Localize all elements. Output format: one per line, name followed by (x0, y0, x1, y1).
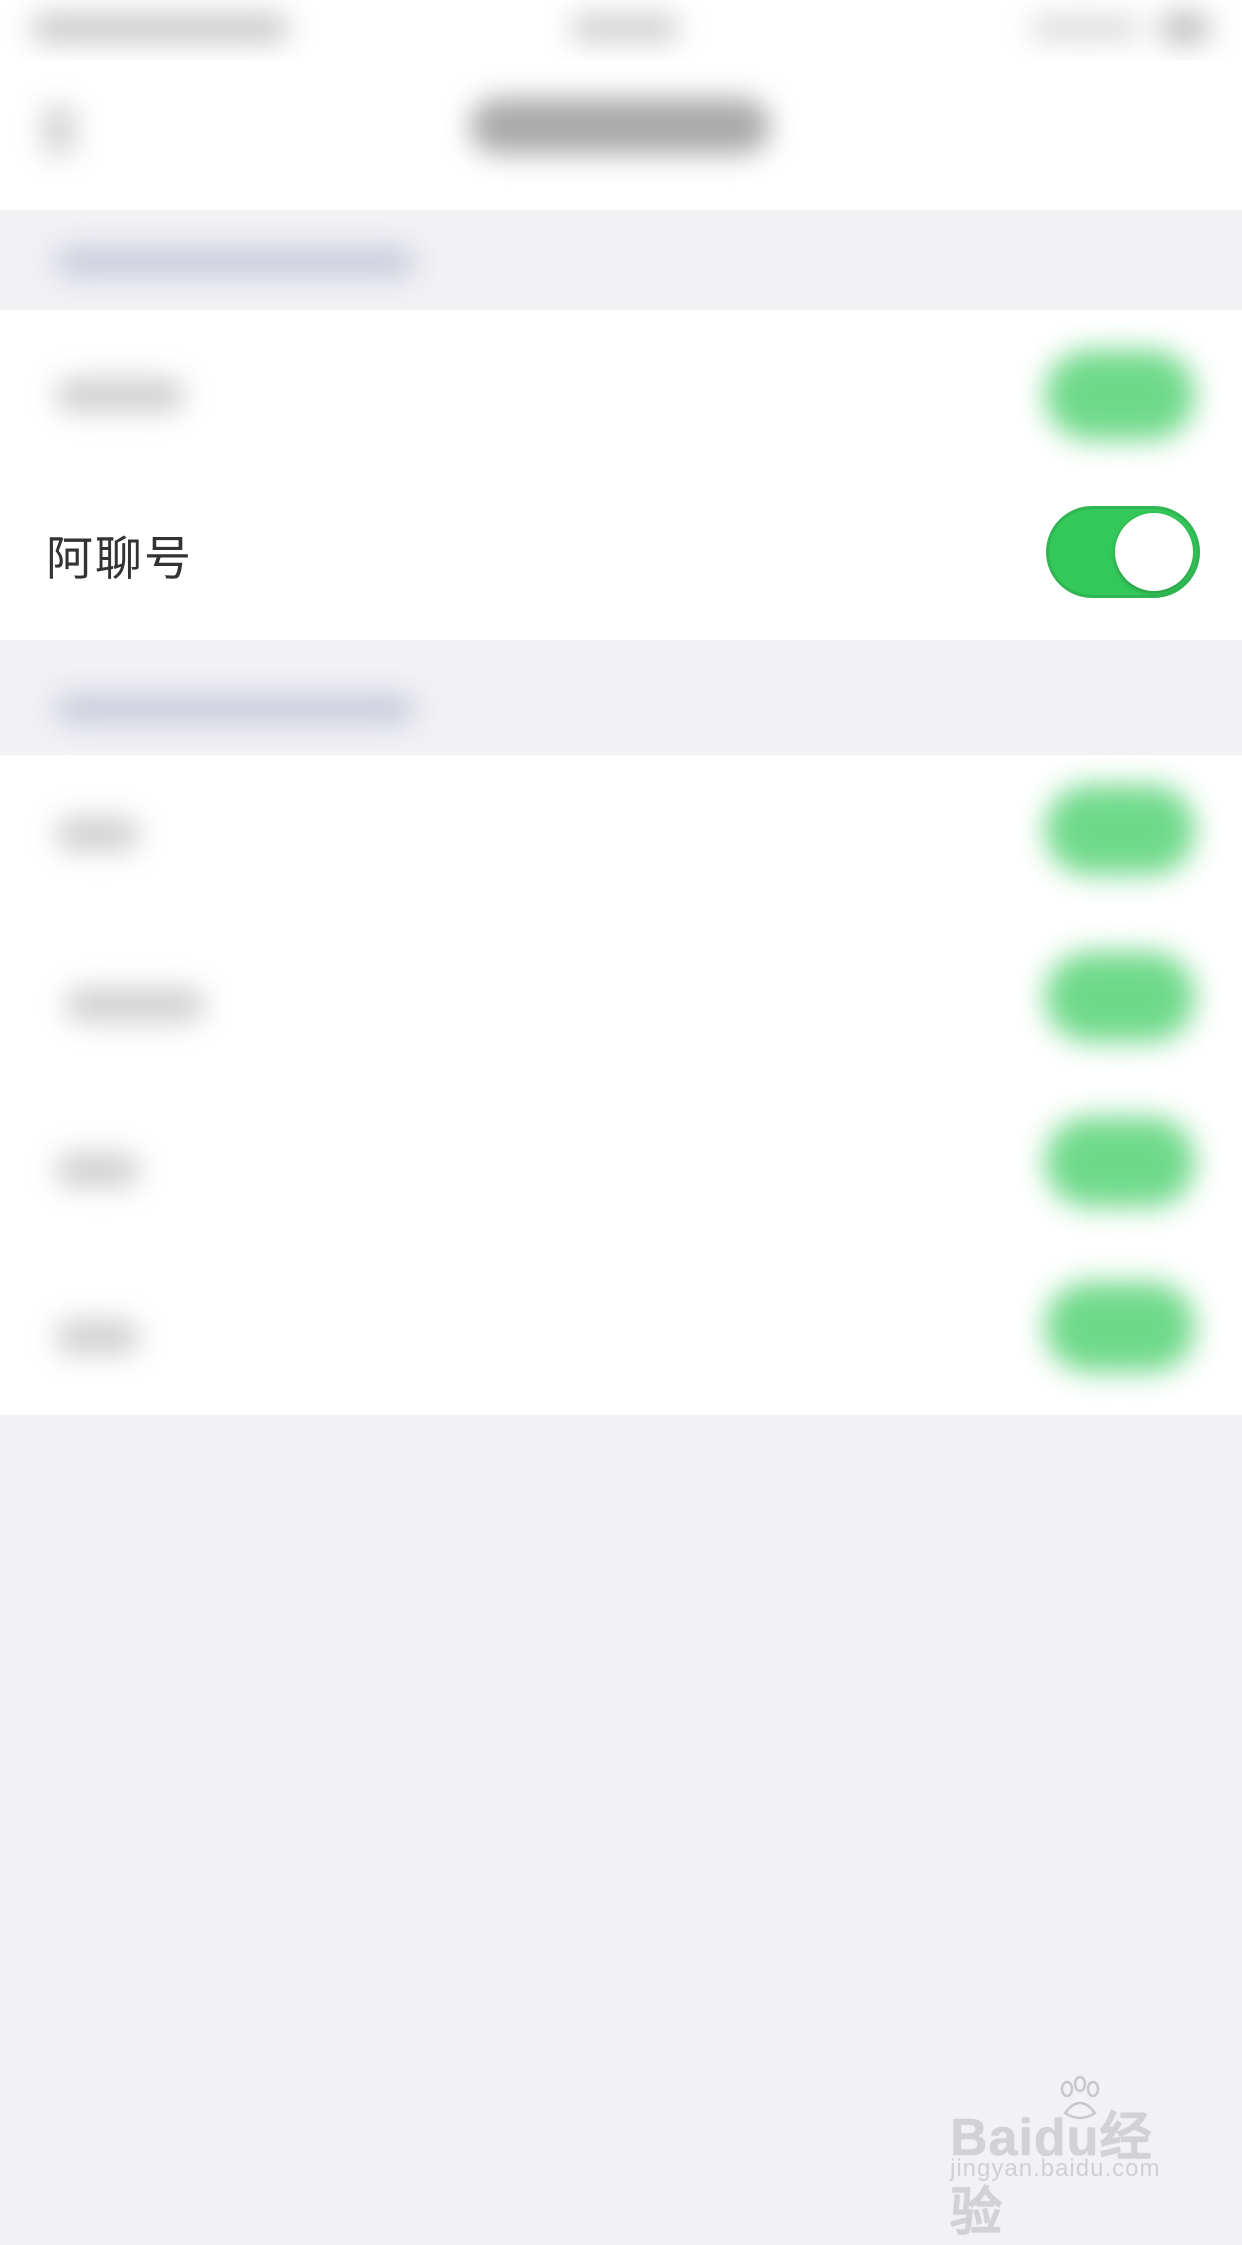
settings-row-blurred[interactable] (0, 755, 1242, 923)
watermark-url: jingyan.baidu.com (950, 2155, 1161, 2182)
aliao-id-toggle[interactable] (1046, 506, 1200, 598)
settings-row-blurred[interactable] (0, 920, 1242, 1088)
toggle-switch-blurred[interactable] (1045, 1282, 1195, 1372)
settings-row-blurred[interactable] (0, 1085, 1242, 1253)
toggle-switch-blurred[interactable] (1045, 952, 1195, 1042)
section-header-1 (0, 210, 1242, 310)
settings-row-label: 阿聊号 (46, 532, 193, 587)
battery-icon (1160, 12, 1210, 44)
status-bar-time (570, 14, 680, 42)
status-bar (0, 0, 1242, 60)
section-header-2 (0, 645, 1242, 755)
toggle-switch-blurred[interactable] (1045, 350, 1195, 440)
page-title (470, 98, 770, 154)
navigation-bar (0, 60, 1242, 210)
toggle-knob (1115, 513, 1193, 591)
settings-group-2 (0, 755, 1242, 1415)
status-bar-indicators (1030, 16, 1140, 40)
baidu-jingyan-watermark: Baidu经验 jingyan.baidu.com (950, 2075, 1190, 2242)
settings-row-aliao-id[interactable]: 阿聊号 (0, 470, 1242, 630)
toggle-switch-blurred[interactable] (1045, 785, 1195, 875)
status-bar-carrier (30, 14, 290, 42)
settings-row-blurred[interactable] (0, 1250, 1242, 1418)
back-icon[interactable] (42, 105, 76, 155)
settings-row-blurred[interactable] (0, 310, 1242, 478)
toggle-switch-blurred[interactable] (1045, 1117, 1195, 1207)
